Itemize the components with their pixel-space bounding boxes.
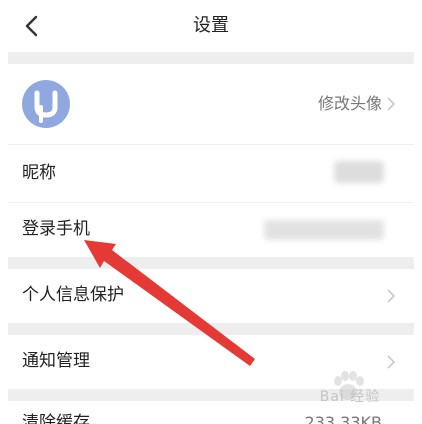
change-avatar-label: 修改头像 [317, 94, 382, 113]
privacy-label: 个人信息保护 [22, 285, 124, 305]
section-gap [8, 257, 414, 269]
section-gap [8, 323, 414, 335]
phone-label: 登录手机 [22, 219, 90, 239]
notification-label: 通知管理 [22, 351, 90, 371]
settings-page: 设置 修改头像 昵称 登录手机 个人信息保护 通知管理 清除缓存 233.33K… [0, 0, 422, 424]
nickname-row[interactable]: 昵称 [8, 145, 414, 202]
nickname-label: 昵称 [22, 163, 56, 183]
privacy-row[interactable]: 个人信息保护 [8, 269, 414, 323]
clear-cache-label: 清除缓存 [22, 413, 90, 424]
phone-row[interactable]: 登录手机 [8, 203, 414, 257]
nav-header: 设置 [0, 0, 422, 52]
chevron-right-icon [387, 355, 396, 369]
cache-size-value: 233.33KB [304, 413, 382, 424]
chevron-right-icon [387, 289, 396, 303]
page-title: 设置 [193, 15, 229, 36]
avatar-row[interactable]: 修改头像 [8, 64, 414, 144]
nickname-value-redacted [334, 161, 384, 183]
watermark-text: Bai 经验 [319, 389, 381, 405]
watermark: Bai 经验 [300, 370, 400, 410]
avatar [22, 80, 70, 128]
section-gap [8, 52, 414, 64]
phone-value-redacted [264, 220, 384, 240]
chevron-right-icon [387, 97, 396, 111]
